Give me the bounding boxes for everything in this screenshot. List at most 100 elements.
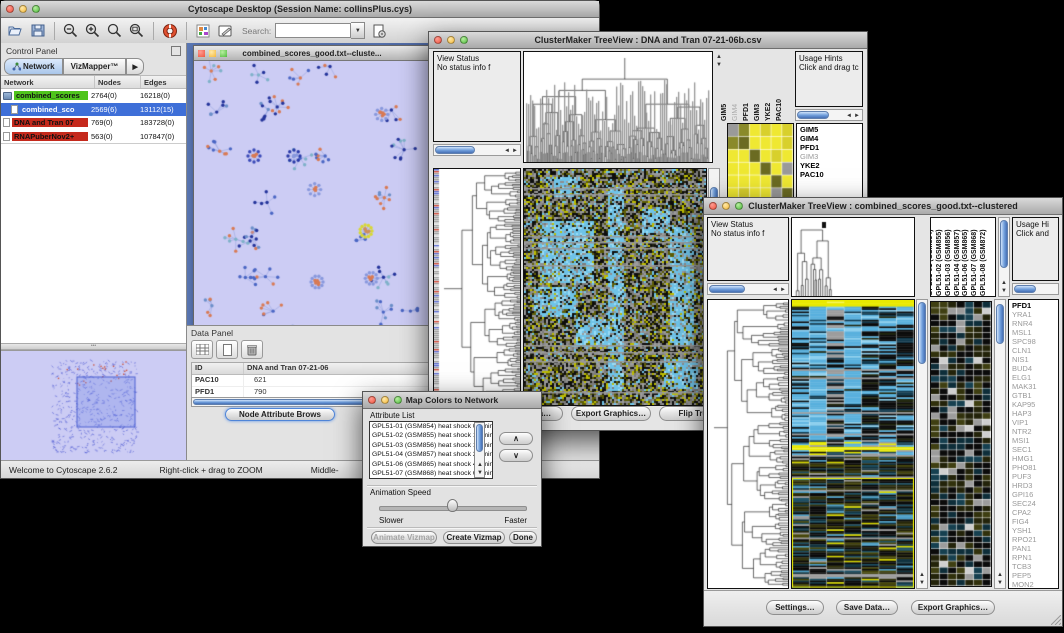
- scroll-down-icon[interactable]: ▼: [477, 470, 483, 476]
- treeview1-titlebar[interactable]: ClusterMaker TreeView : DNA and Tran 07-…: [429, 32, 867, 49]
- attribute-list-vscroll[interactable]: ▲ ▼: [474, 422, 485, 478]
- scroll-left-icon[interactable]: ◄: [504, 148, 510, 154]
- slider-thumb[interactable]: [447, 499, 458, 512]
- usage-hints-hscroll[interactable]: [1012, 283, 1059, 295]
- minimize-button[interactable]: [209, 50, 216, 57]
- scroll-right-icon[interactable]: ►: [512, 148, 518, 154]
- scroll-down-icon[interactable]: ▼: [997, 580, 1003, 586]
- gene-label[interactable]: SEC1: [1012, 445, 1058, 454]
- close-button[interactable]: [709, 202, 717, 210]
- network-row[interactable]: combined_scores2764(0)16218(0): [1, 89, 186, 103]
- scroll-right-icon[interactable]: ►: [780, 287, 786, 293]
- export-graphics-button[interactable]: Export Graphics…: [911, 600, 995, 615]
- heatmap-vscroll[interactable]: ▲ ▼: [916, 299, 928, 589]
- resize-grip[interactable]: [1051, 615, 1061, 625]
- gene-label[interactable]: MSI1: [1012, 436, 1058, 445]
- network-view-titlebar[interactable]: combined_scores_good.txt--cluste...: [194, 46, 430, 61]
- zoom-out-icon[interactable]: [61, 21, 81, 41]
- gene-label[interactable]: NTR2: [1012, 427, 1058, 436]
- gene-label[interactable]: PEP5: [1012, 571, 1058, 580]
- gene-label[interactable]: GIM3: [800, 152, 862, 161]
- birdseye-canvas[interactable]: [1, 351, 185, 460]
- gene-label[interactable]: RNR4: [1012, 319, 1058, 328]
- gene-label[interactable]: FIG4: [1012, 517, 1058, 526]
- minimize-button[interactable]: [381, 396, 389, 404]
- minimize-button[interactable]: [447, 36, 455, 44]
- help-lifesaver-icon[interactable]: [160, 21, 180, 41]
- zoom-button[interactable]: [32, 5, 40, 13]
- zoom-selected-icon[interactable]: [105, 21, 125, 41]
- search-dropdown-icon[interactable]: ▼: [351, 22, 365, 39]
- move-down-button[interactable]: ∨: [499, 449, 533, 462]
- network-row[interactable]: RNAPuberNov2+563(0)107847(0): [1, 130, 186, 144]
- move-up-button[interactable]: ∧: [499, 432, 533, 445]
- treeview2-gene-list[interactable]: PFD1YRA1RNR4MSL1SPC98CLN1NIS1BUD4ELG1MAK…: [1008, 299, 1059, 589]
- gene-label[interactable]: PAC10: [800, 170, 862, 179]
- dialog-titlebar[interactable]: Map Colors to Network: [363, 392, 541, 409]
- network-canvas[interactable]: [194, 61, 428, 366]
- save-data-button[interactable]: Save Data…: [836, 600, 898, 615]
- zoom-fit-icon[interactable]: [127, 21, 147, 41]
- zoom-button[interactable]: [394, 396, 402, 404]
- zoom-in-icon[interactable]: [83, 21, 103, 41]
- gene-label[interactable]: CLN1: [1012, 346, 1058, 355]
- gene-label[interactable]: RPO21: [1012, 535, 1058, 544]
- usage-hints-hscroll[interactable]: ◄ ►: [795, 109, 863, 121]
- column-dendrogram-canvas[interactable]: [524, 52, 712, 162]
- scroll-down-icon[interactable]: ▼: [919, 580, 925, 586]
- row-dendrogram-canvas[interactable]: [708, 300, 788, 588]
- gene-label[interactable]: GPI16: [1012, 490, 1058, 499]
- gene-label[interactable]: ELG1: [1012, 373, 1058, 382]
- gene-label[interactable]: KAP95: [1012, 400, 1058, 409]
- tab-overflow-arrow[interactable]: ▶: [126, 58, 143, 75]
- similarity-mini-heatmap[interactable]: [728, 124, 793, 201]
- gene-label[interactable]: YRA1: [1012, 310, 1058, 319]
- search-input[interactable]: [275, 23, 351, 38]
- scroll-up-icon[interactable]: ▲: [716, 54, 722, 60]
- scroll-up-icon[interactable]: ▲: [1001, 280, 1007, 286]
- export-graphics-button[interactable]: Export Graphics…: [571, 406, 651, 421]
- main-titlebar[interactable]: Cytoscape Desktop (Session Name: collins…: [1, 1, 599, 18]
- column-dendrogram-canvas[interactable]: [792, 218, 914, 296]
- row-dendrogram-canvas[interactable]: [434, 169, 520, 405]
- save-icon[interactable]: [28, 21, 48, 41]
- scroll-down-icon[interactable]: ▼: [716, 62, 722, 68]
- gene-label[interactable]: RPN1: [1012, 553, 1058, 562]
- gene-label[interactable]: PFD1: [800, 143, 862, 152]
- gene-label[interactable]: PFD1: [1012, 301, 1058, 310]
- done-button[interactable]: Done: [509, 531, 537, 544]
- delete-attribute-icon[interactable]: [241, 340, 263, 359]
- gene-label[interactable]: GTB1: [1012, 391, 1058, 400]
- treeview2-titlebar[interactable]: ClusterMaker TreeView : combined_scores_…: [704, 198, 1062, 215]
- tab-network[interactable]: Network: [4, 58, 63, 75]
- cluster-mini-heatmap[interactable]: [931, 302, 991, 586]
- genelist-vscroll[interactable]: ▲ ▼: [994, 299, 1006, 589]
- scroll-right-icon[interactable]: ►: [854, 113, 860, 119]
- gene-label[interactable]: SEC24: [1012, 499, 1058, 508]
- animate-vizmap-button[interactable]: Animate Vizmap: [371, 531, 437, 544]
- zoom-button[interactable]: [220, 50, 227, 57]
- close-button[interactable]: [6, 5, 14, 13]
- gene-label[interactable]: MSL1: [1012, 328, 1058, 337]
- panel-splitter[interactable]: •••: [1, 343, 186, 350]
- close-button[interactable]: [198, 50, 205, 57]
- gene-label[interactable]: HAP3: [1012, 409, 1058, 418]
- vizmap-grid-icon[interactable]: [193, 21, 213, 41]
- close-button[interactable]: [368, 396, 376, 404]
- gene-label[interactable]: VIP1: [1012, 418, 1058, 427]
- gene-label[interactable]: MAK31: [1012, 382, 1058, 391]
- node-attribute-browser-button[interactable]: Node Attribute Brows: [225, 408, 335, 421]
- minimize-button[interactable]: [19, 5, 27, 13]
- gene-label[interactable]: YSH1: [1012, 526, 1058, 535]
- gene-label[interactable]: SPC98: [1012, 337, 1058, 346]
- gene-label[interactable]: BUD4: [1012, 364, 1058, 373]
- close-button[interactable]: [434, 36, 442, 44]
- open-icon[interactable]: [6, 21, 26, 41]
- gene-label[interactable]: GIM5: [800, 125, 862, 134]
- select-attributes-icon[interactable]: [191, 340, 213, 359]
- network-row[interactable]: DNA and Tran 07769(0)183728(0): [1, 116, 186, 130]
- create-vizmap-button[interactable]: Create Vizmap: [443, 531, 505, 544]
- scroll-left-icon[interactable]: ◄: [846, 113, 852, 119]
- gene-label[interactable]: HRD3: [1012, 481, 1058, 490]
- gene-label[interactable]: HMG1: [1012, 454, 1058, 463]
